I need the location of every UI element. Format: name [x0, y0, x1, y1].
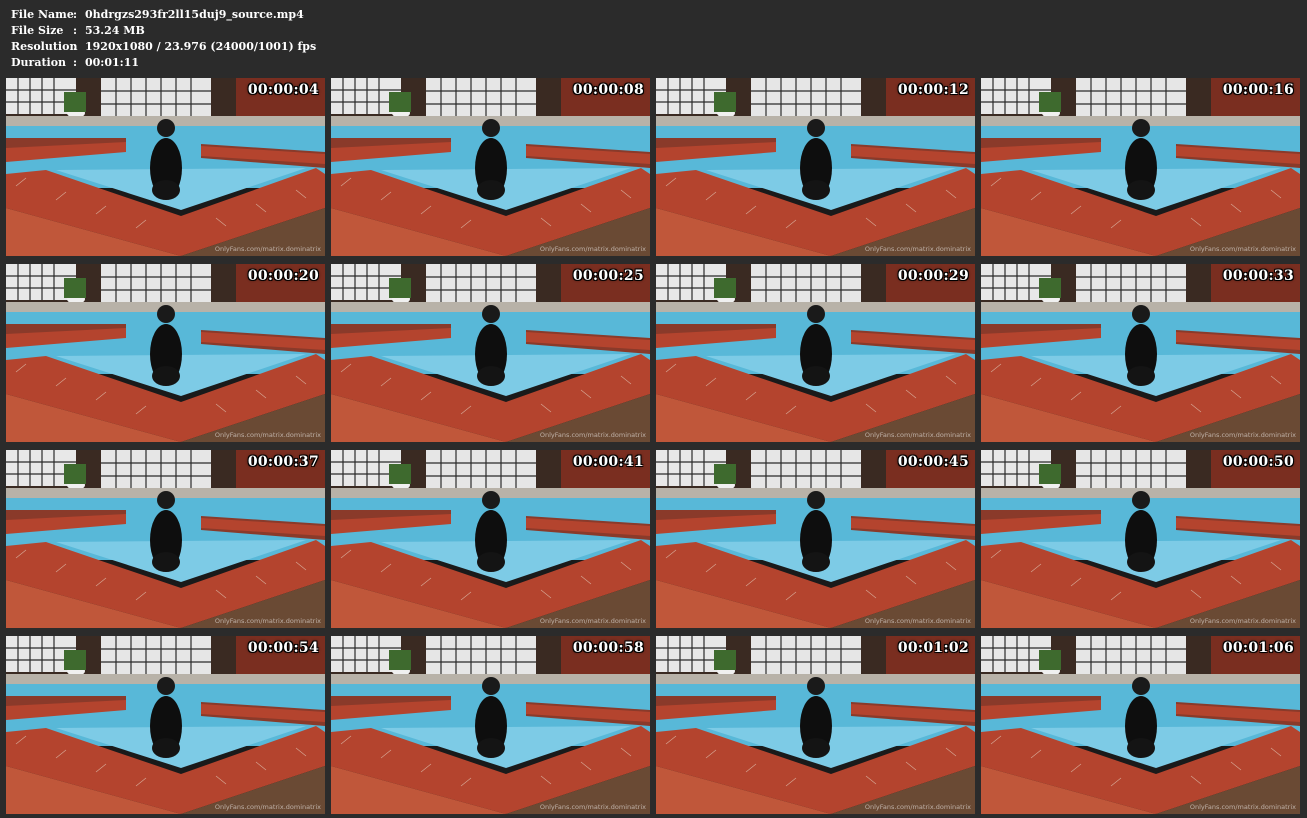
- video-thumbnail[interactable]: 00:00:08 OnlyFans.com/matrix.dominatrix: [331, 78, 650, 256]
- separator: :: [73, 24, 78, 37]
- thumbnail-watermark: OnlyFans.com/matrix.dominatrix: [539, 431, 646, 439]
- video-thumbnail[interactable]: 00:00:58 OnlyFans.com/matrix.dominatrix: [331, 636, 650, 814]
- pool-scene-image: [331, 450, 650, 628]
- thumbnail-timestamp: 00:00:58: [572, 640, 644, 656]
- thumbnail-timestamp: 00:00:33: [1222, 268, 1294, 284]
- pool-scene-image: [6, 78, 325, 256]
- thumbnail-watermark: OnlyFans.com/matrix.dominatrix: [539, 803, 646, 811]
- file-name-label: File Name: [11, 8, 74, 21]
- thumbnail-watermark: OnlyFans.com/matrix.dominatrix: [864, 431, 971, 439]
- video-thumbnail[interactable]: 00:00:29 OnlyFans.com/matrix.dominatrix: [656, 264, 975, 442]
- thumbnail-timestamp: 00:00:25: [572, 268, 644, 284]
- thumbnail-watermark: OnlyFans.com/matrix.dominatrix: [214, 245, 321, 253]
- thumbnail-watermark: OnlyFans.com/matrix.dominatrix: [1189, 431, 1296, 439]
- resolution-value: 1920x1080 / 23.976 (24000/1001) fps: [85, 40, 317, 53]
- file-name-value: 0hdrgzs293fr2ll15duj9_source.mp4: [85, 8, 304, 21]
- thumbnail-watermark: OnlyFans.com/matrix.dominatrix: [864, 245, 971, 253]
- video-thumbnail[interactable]: 00:01:02 OnlyFans.com/matrix.dominatrix: [656, 636, 975, 814]
- video-thumbnail[interactable]: 00:00:50 OnlyFans.com/matrix.dominatrix: [981, 450, 1300, 628]
- thumbnail-timestamp: 00:00:50: [1222, 454, 1294, 470]
- pool-scene-image: [6, 636, 325, 814]
- pool-scene-image: [656, 78, 975, 256]
- pool-scene-image: [981, 264, 1300, 442]
- thumbnail-timestamp: 00:01:06: [1222, 640, 1294, 656]
- pool-scene-image: [331, 78, 650, 256]
- file-size-value: 53.24 MB: [85, 24, 145, 37]
- video-thumbnail[interactable]: 00:00:25 OnlyFans.com/matrix.dominatrix: [331, 264, 650, 442]
- video-thumbnail[interactable]: 00:00:20 OnlyFans.com/matrix.dominatrix: [6, 264, 325, 442]
- thumbnail-timestamp: 00:01:02: [897, 640, 969, 656]
- video-thumbnail[interactable]: 00:00:54 OnlyFans.com/matrix.dominatrix: [6, 636, 325, 814]
- thumbnail-watermark: OnlyFans.com/matrix.dominatrix: [1189, 245, 1296, 253]
- video-thumbnail[interactable]: 00:00:37 OnlyFans.com/matrix.dominatrix: [6, 450, 325, 628]
- thumbnail-grid: 00:00:04 OnlyFans.com/matrix.dominatrix: [6, 78, 1302, 814]
- pool-scene-image: [656, 636, 975, 814]
- file-size-label: File Size: [11, 24, 64, 37]
- file-info-panel: File Name : 0hdrgzs293fr2ll15duj9_source…: [11, 7, 316, 71]
- file-info-row: File Size : 53.24 MB: [11, 23, 316, 39]
- thumbnail-watermark: OnlyFans.com/matrix.dominatrix: [214, 803, 321, 811]
- thumbnail-watermark: OnlyFans.com/matrix.dominatrix: [214, 617, 321, 625]
- thumbnail-watermark: OnlyFans.com/matrix.dominatrix: [214, 431, 321, 439]
- video-thumbnail[interactable]: 00:00:04 OnlyFans.com/matrix.dominatrix: [6, 78, 325, 256]
- pool-scene-image: [331, 264, 650, 442]
- thumbnail-watermark: OnlyFans.com/matrix.dominatrix: [1189, 617, 1296, 625]
- video-thumbnail[interactable]: 00:00:45 OnlyFans.com/matrix.dominatrix: [656, 450, 975, 628]
- pool-scene-image: [6, 450, 325, 628]
- separator: :: [73, 8, 78, 21]
- pool-scene-image: [656, 264, 975, 442]
- thumbnail-watermark: OnlyFans.com/matrix.dominatrix: [864, 803, 971, 811]
- thumbnail-timestamp: 00:00:04: [247, 82, 319, 98]
- pool-scene-image: [6, 264, 325, 442]
- duration-label: Duration: [11, 56, 67, 69]
- video-thumbnail[interactable]: 00:00:16 OnlyFans.com/matrix.dominatrix: [981, 78, 1300, 256]
- video-thumbnail[interactable]: 00:01:06 OnlyFans.com/matrix.dominatrix: [981, 636, 1300, 814]
- thumbnail-timestamp: 00:00:37: [247, 454, 319, 470]
- duration-value: 00:01:11: [85, 56, 140, 69]
- video-thumbnail[interactable]: 00:00:41 OnlyFans.com/matrix.dominatrix: [331, 450, 650, 628]
- thumbnail-timestamp: 00:00:12: [897, 82, 969, 98]
- separator: :: [73, 56, 78, 69]
- thumbnail-timestamp: 00:00:29: [897, 268, 969, 284]
- resolution-label: Resolution: [11, 40, 78, 53]
- separator: :: [73, 40, 78, 53]
- thumbnail-watermark: OnlyFans.com/matrix.dominatrix: [539, 617, 646, 625]
- pool-scene-image: [981, 636, 1300, 814]
- pool-scene-image: [981, 78, 1300, 256]
- thumbnail-timestamp: 00:00:54: [247, 640, 319, 656]
- thumbnail-timestamp: 00:00:41: [572, 454, 644, 470]
- thumbnail-watermark: OnlyFans.com/matrix.dominatrix: [1189, 803, 1296, 811]
- thumbnail-timestamp: 00:00:16: [1222, 82, 1294, 98]
- video-thumbnail[interactable]: 00:00:33 OnlyFans.com/matrix.dominatrix: [981, 264, 1300, 442]
- pool-scene-image: [981, 450, 1300, 628]
- thumbnail-watermark: OnlyFans.com/matrix.dominatrix: [864, 617, 971, 625]
- file-info-row: Resolution : 1920x1080 / 23.976 (24000/1…: [11, 39, 316, 55]
- thumbnail-watermark: OnlyFans.com/matrix.dominatrix: [539, 245, 646, 253]
- thumbnail-timestamp: 00:00:20: [247, 268, 319, 284]
- file-info-row: File Name : 0hdrgzs293fr2ll15duj9_source…: [11, 7, 316, 23]
- video-thumbnail[interactable]: 00:00:12 OnlyFans.com/matrix.dominatrix: [656, 78, 975, 256]
- thumbnail-timestamp: 00:00:08: [572, 82, 644, 98]
- pool-scene-image: [331, 636, 650, 814]
- file-info-row: Duration : 00:01:11: [11, 55, 316, 71]
- thumbnail-timestamp: 00:00:45: [897, 454, 969, 470]
- pool-scene-image: [656, 450, 975, 628]
